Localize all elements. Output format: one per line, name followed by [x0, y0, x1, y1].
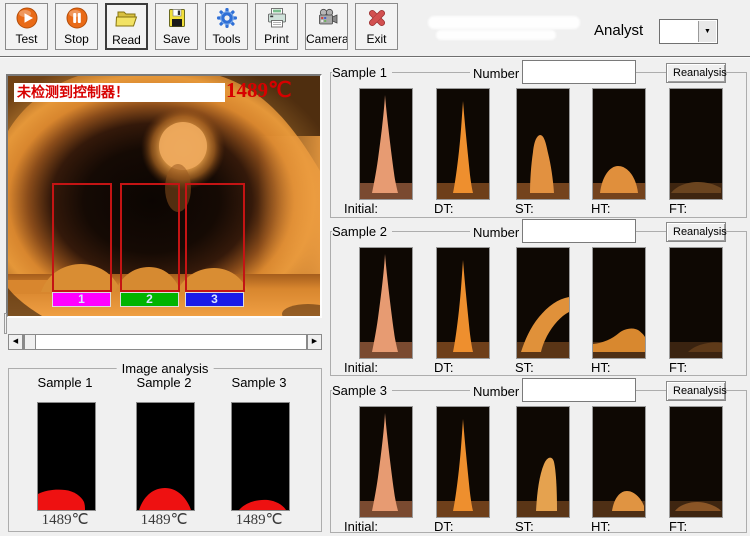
close-x-icon	[365, 6, 389, 30]
sample1-roi-rect	[52, 183, 112, 292]
redacted-area	[436, 30, 556, 40]
printer-icon	[265, 6, 289, 30]
ia-sample2-label: Sample 2	[129, 375, 199, 390]
sample2-group: Sample 2 Number Reanalysis Initial:DT:ST…	[330, 231, 747, 376]
scrollbar-track[interactable]	[23, 334, 307, 350]
stage-thumbnail-ft	[669, 88, 723, 200]
sample3-marker-bar: 3	[185, 292, 244, 307]
ia-sample1-thumbnail	[37, 402, 96, 511]
stage-thumbnail-initial	[359, 247, 413, 359]
pause-icon	[65, 6, 89, 30]
stop-button[interactable]: Stop	[55, 3, 98, 50]
stage-thumbnail-initial	[359, 88, 413, 200]
ia-sample3-label: Sample 3	[224, 375, 294, 390]
sample3-group: Sample 3 Number Reanalysis Initial:DT:ST…	[330, 390, 747, 533]
analyst-label: Analyst	[594, 22, 643, 39]
stage-thumbnail-ht	[592, 88, 646, 200]
ash-fusion-analyzer-window: Test Stop Read Save Tools Print Camera	[0, 0, 750, 536]
sample1-marker-bar: 1	[52, 292, 111, 307]
ia-sample1-temperature: 1489℃	[30, 510, 100, 529]
sample1-group: Sample 1 Number Reanalysis Initial:DT:ST…	[330, 72, 747, 218]
scroll-right-icon[interactable]: ▶	[307, 334, 322, 350]
toolbar-divider-highlight	[0, 57, 750, 58]
folder-icon	[115, 7, 139, 31]
print-button[interactable]: Print	[255, 3, 298, 50]
toolbar-button-label: Read	[107, 33, 146, 47]
play-icon	[15, 6, 39, 30]
stage-label: FT:	[669, 360, 687, 375]
ia-sample2-temperature: 1489℃	[129, 510, 199, 529]
stage-label: HT:	[591, 519, 611, 534]
stage-label: Initial:	[344, 360, 378, 375]
toolbar-button-label: Print	[256, 32, 297, 46]
stage-thumbnail-dt	[436, 406, 490, 518]
scroll-left-icon[interactable]: ◀	[8, 334, 23, 350]
ia-sample2-thumbnail	[136, 402, 195, 511]
stage-thumbnail-st	[516, 88, 570, 200]
redacted-area	[428, 16, 580, 29]
stage-label: FT:	[669, 519, 687, 534]
toolbar-button-label: Tools	[206, 32, 247, 46]
stage-label: ST:	[515, 360, 534, 375]
sample2-stage-strip: Initial: DT: ST: HT: FT:	[331, 232, 746, 375]
image-analysis-title: Image analysis	[117, 361, 214, 376]
stage-label: Initial:	[344, 201, 378, 216]
scrollbar-thumb[interactable]	[24, 334, 36, 350]
stage-label: DT:	[434, 360, 454, 375]
save-button[interactable]: Save	[155, 3, 198, 50]
stage-thumbnail-ft	[669, 406, 723, 518]
stage-label: DT:	[434, 519, 454, 534]
sample3-roi-rect	[185, 183, 245, 292]
chevron-down-icon[interactable]: ▼	[698, 21, 716, 42]
camera-button[interactable]: Camera	[305, 3, 348, 50]
stage-label: DT:	[434, 201, 454, 216]
sample3-stage-strip: Initial: DT: ST: HT: FT:	[331, 391, 746, 532]
analyst-dropdown[interactable]: ▼	[659, 19, 718, 44]
tools-button[interactable]: Tools	[205, 3, 248, 50]
camera-horizontal-scrollbar[interactable]: ◀ ▶	[8, 334, 322, 350]
ia-sample3-thumbnail	[231, 402, 290, 511]
toolbar-button-label: Camera	[306, 32, 347, 46]
stage-thumbnail-ht	[592, 406, 646, 518]
exit-button[interactable]: Exit	[355, 3, 398, 50]
floppy-icon	[165, 6, 189, 30]
gear-icon	[215, 6, 239, 30]
stage-thumbnail-initial	[359, 406, 413, 518]
stage-thumbnail-dt	[436, 88, 490, 200]
stage-thumbnail-st	[516, 247, 570, 359]
stage-label: HT:	[591, 201, 611, 216]
sample2-roi-rect	[120, 183, 180, 292]
furnace-temperature-readout: 1489℃	[226, 78, 292, 103]
stage-label: HT:	[591, 360, 611, 375]
stage-thumbnail-st	[516, 406, 570, 518]
stage-thumbnail-ht	[592, 247, 646, 359]
vertical-scrollbar-stub	[4, 313, 7, 334]
ia-sample3-temperature: 1489℃	[224, 510, 294, 529]
stage-label: ST:	[515, 519, 534, 534]
sample1-stage-strip: Initial: DT: ST: HT: FT:	[331, 73, 746, 217]
controller-warning-message: 未检测到控制器！	[14, 83, 225, 102]
stage-label: ST:	[515, 201, 534, 216]
ia-sample1-label: Sample 1	[30, 375, 100, 390]
furnace-camera-view: 未检测到控制器！ 1489℃ 1 2 3	[6, 74, 322, 318]
toolbar-button-label: Exit	[356, 32, 397, 46]
test-button[interactable]: Test	[5, 3, 48, 50]
stage-label: Initial:	[344, 519, 378, 534]
sample2-marker-bar: 2	[120, 292, 179, 307]
stage-label: FT:	[669, 201, 687, 216]
stage-thumbnail-dt	[436, 247, 490, 359]
movie-camera-icon	[315, 6, 339, 30]
read-button[interactable]: Read	[105, 3, 148, 50]
toolbar-button-label: Save	[156, 32, 197, 46]
toolbar-button-label: Test	[6, 32, 47, 46]
toolbar-button-label: Stop	[56, 32, 97, 46]
stage-thumbnail-ft	[669, 247, 723, 359]
image-analysis-group: Image analysis Sample 1 Sample 2 Sample …	[8, 368, 322, 532]
